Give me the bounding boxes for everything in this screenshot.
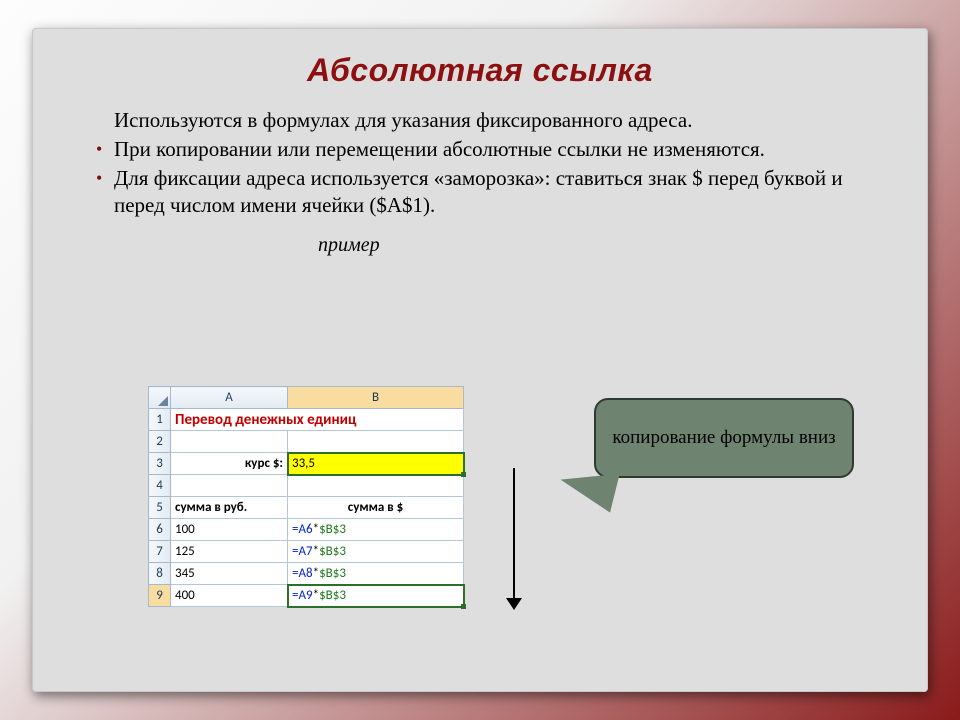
cell-a4[interactable] — [171, 475, 288, 497]
row-header-4[interactable]: 4 — [149, 475, 171, 497]
formula-ref1: =A7 — [292, 544, 313, 559]
formula-ref2: $B$3 — [319, 522, 346, 537]
sheet-corner[interactable] — [149, 387, 171, 409]
col-header-a[interactable]: A — [171, 387, 288, 409]
formula-ref2: $B$3 — [319, 588, 346, 603]
cell-a2[interactable] — [171, 431, 288, 453]
cell-a5[interactable]: сумма в руб. — [171, 497, 288, 519]
callout-text: копирование формулы вниз — [612, 427, 835, 450]
cell-b4[interactable] — [288, 475, 464, 497]
body-text: Используются в формулах для указания фик… — [78, 107, 882, 258]
formula-ref2: $B$3 — [319, 544, 346, 559]
row-header-3[interactable]: 3 — [149, 453, 171, 475]
cell-b8[interactable]: =A8*$B$3 — [288, 563, 464, 585]
cell-a7[interactable]: 125 — [171, 541, 288, 563]
cell-b7[interactable]: =A7*$B$3 — [288, 541, 464, 563]
formula-ref2: $B$3 — [319, 566, 346, 581]
row-header-6[interactable]: 6 — [149, 519, 171, 541]
row-header-5[interactable]: 5 — [149, 497, 171, 519]
arrow-down-icon — [506, 468, 522, 618]
formula-ref1: =A6 — [292, 522, 313, 537]
cell-a6[interactable]: 100 — [171, 519, 288, 541]
bullet-item-1: При копировании или перемещении абсолютн… — [96, 136, 882, 163]
cell-a9[interactable]: 400 — [171, 585, 288, 607]
cell-title[interactable]: Перевод денежных единиц — [171, 409, 464, 431]
bullet-item-2: Для фиксации адреса используется «заморо… — [96, 165, 882, 219]
cell-b9[interactable]: =A9*$B$3 — [288, 585, 464, 607]
cell-a8[interactable]: 345 — [171, 563, 288, 585]
slide: Абсолютная ссылка Используются в формула… — [32, 28, 928, 692]
cell-b5[interactable]: сумма в $ — [288, 497, 464, 519]
spreadsheet: A B 1 Перевод денежных единиц 2 3 курс $… — [148, 386, 500, 607]
cell-b3[interactable]: 33,5 — [288, 453, 464, 475]
row-header-2[interactable]: 2 — [149, 431, 171, 453]
col-header-b[interactable]: B — [288, 387, 464, 409]
row-header-7[interactable]: 7 — [149, 541, 171, 563]
row-header-8[interactable]: 8 — [149, 563, 171, 585]
cell-a3[interactable]: курс $: — [171, 453, 288, 475]
row-header-9[interactable]: 9 — [149, 585, 171, 607]
callout-bubble: копирование формулы вниз — [594, 398, 854, 478]
row-header-1[interactable]: 1 — [149, 409, 171, 431]
callout-tail — [536, 455, 619, 512]
bullet-list: Используются в формулах для указания фик… — [96, 107, 882, 219]
example-label: пример — [318, 233, 882, 259]
slide-title: Абсолютная ссылка — [78, 52, 882, 89]
cell-b2[interactable] — [288, 431, 464, 453]
formula-ref1: =A9 — [292, 588, 313, 603]
cell-b6[interactable]: =A6*$B$3 — [288, 519, 464, 541]
bullet-item-0: Используются в формулах для указания фик… — [96, 107, 882, 134]
slide-wrapper: Абсолютная ссылка Используются в формула… — [0, 0, 960, 720]
formula-ref1: =A8 — [292, 566, 313, 581]
spreadsheet-table: A B 1 Перевод денежных единиц 2 3 курс $… — [148, 386, 464, 607]
